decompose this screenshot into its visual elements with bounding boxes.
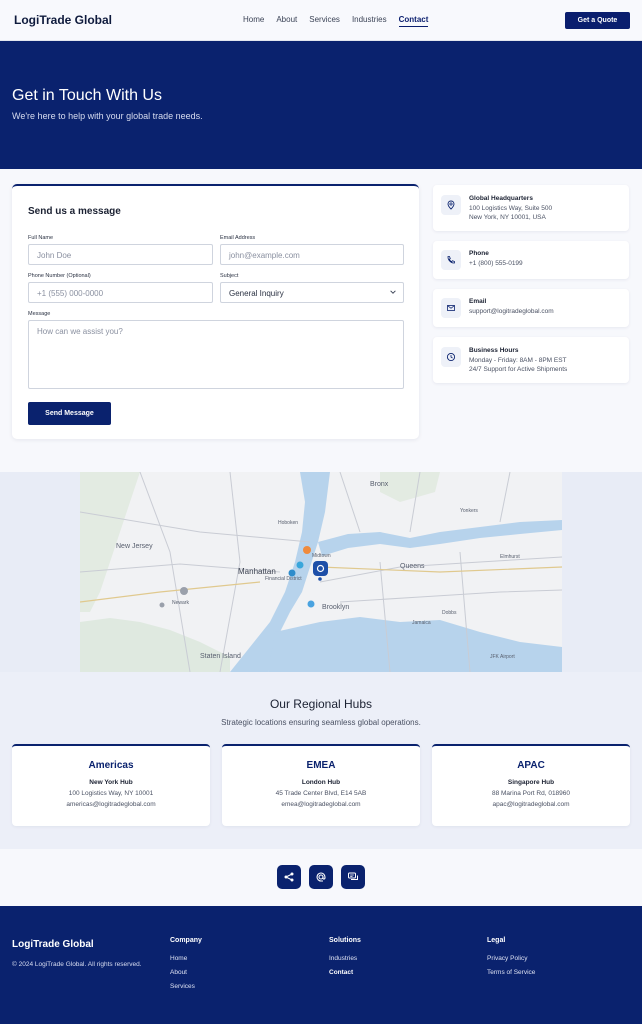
phone-card: Phone +1 (800) 555-0199 bbox=[433, 241, 629, 279]
clock-icon bbox=[441, 347, 461, 367]
subject-select[interactable]: General Inquiry bbox=[220, 282, 404, 303]
hq-title: Global Headquarters bbox=[469, 195, 533, 202]
footer-link-industries[interactable]: Industries bbox=[329, 955, 357, 962]
headquarters-card: Global Headquarters 100 Logistics Way, S… bbox=[433, 185, 629, 231]
nav-services[interactable]: Services bbox=[309, 15, 340, 27]
phone-input[interactable]: +1 (555) 000-0000 bbox=[28, 282, 213, 303]
phone-icon bbox=[441, 250, 461, 270]
email-social-button[interactable] bbox=[309, 865, 333, 889]
subject-value: General Inquiry bbox=[229, 289, 284, 298]
phone-number[interactable]: +1 (800) 555-0199 bbox=[469, 260, 523, 267]
hub-email[interactable]: apac@logitradeglobal.com bbox=[432, 801, 630, 808]
hours-line2: 24/7 Support for Active Shipments bbox=[469, 366, 568, 373]
map-label-midtown: Midtown bbox=[312, 553, 331, 559]
full-name-input[interactable]: John Doe bbox=[28, 244, 213, 265]
chat-icon bbox=[348, 872, 358, 880]
hubs-subtitle: Strategic locations ensuring seamless gl… bbox=[221, 718, 421, 727]
footer-solutions-heading: Solutions bbox=[329, 937, 361, 944]
mail-icon bbox=[441, 298, 461, 318]
site-footer: LogiTrade Global © 2024 LogiTrade Global… bbox=[0, 906, 642, 1024]
form-title: Send us a message bbox=[28, 206, 121, 217]
page-title: Get in Touch With Us bbox=[12, 87, 162, 104]
footer-link-contact[interactable]: Contact bbox=[329, 969, 353, 976]
hub-address: 45 Trade Center Blvd, E14 5AB bbox=[275, 790, 367, 797]
hub-address: 88 Marina Port Rd, 018960 bbox=[491, 790, 571, 797]
footer-legal-heading: Legal bbox=[487, 937, 506, 944]
hub-city: New York Hub bbox=[89, 779, 133, 786]
map-label-financial-district: Financial District bbox=[265, 576, 302, 582]
main-nav: Home About Services Industries Contact bbox=[243, 15, 440, 27]
phone-title: Phone bbox=[469, 250, 489, 257]
location-map[interactable]: Bronx New Jersey Manhattan Queens Brookl… bbox=[80, 472, 562, 672]
hub-address: 100 Logistics Way, NY 10001 bbox=[68, 790, 154, 797]
subject-label: Subject bbox=[220, 273, 239, 279]
nav-home[interactable]: Home bbox=[243, 15, 264, 27]
hours-line1: Monday - Friday: 8AM - 8PM EST bbox=[469, 357, 567, 364]
chevron-down-icon bbox=[390, 290, 396, 294]
map-label-new-jersey: New Jersey bbox=[116, 543, 153, 550]
hub-region: APAC bbox=[517, 760, 545, 771]
footer-link-about[interactable]: About bbox=[170, 969, 187, 976]
map-label-queens: Queens bbox=[400, 563, 425, 570]
hub-city: Singapore Hub bbox=[507, 779, 555, 786]
hq-line2: New York, NY 10001, USA bbox=[469, 214, 546, 221]
map-label-manhattan: Manhattan bbox=[238, 567, 276, 576]
message-textarea[interactable]: How can we assist you? bbox=[28, 320, 404, 389]
map-label-yonkers: Yonkers bbox=[460, 508, 478, 514]
at-icon bbox=[316, 872, 326, 882]
hubs-title: Our Regional Hubs bbox=[269, 697, 373, 711]
hub-region: Americas bbox=[88, 760, 134, 771]
hours-title: Business Hours bbox=[469, 347, 519, 354]
hub-email[interactable]: americas@logitradeglobal.com bbox=[12, 801, 210, 808]
hero-banner: Get in Touch With Us We're here to help … bbox=[0, 41, 642, 169]
location-pin-icon bbox=[441, 195, 461, 215]
map-label-jfk: JFK Airport bbox=[490, 654, 515, 660]
brand-logo[interactable]: LogiTrade Global bbox=[14, 13, 112, 27]
map-label-dobbs: Dobbs bbox=[442, 610, 457, 616]
share-icon bbox=[284, 872, 294, 882]
footer-link-home[interactable]: Home bbox=[170, 955, 187, 962]
hub-card-emea: EMEA London Hub 45 Trade Center Blvd, E1… bbox=[222, 744, 420, 826]
footer-copyright: © 2024 LogiTrade Global. All rights rese… bbox=[12, 961, 142, 968]
hero-subtitle: We're here to help with your global trad… bbox=[12, 111, 203, 121]
support-email[interactable]: support@logitradeglobal.com bbox=[469, 308, 554, 315]
business-hours-card: Business Hours Monday - Friday: 8AM - 8P… bbox=[433, 337, 629, 383]
map-label-bronx: Bronx bbox=[370, 481, 389, 488]
send-message-button[interactable]: Send Message bbox=[28, 402, 111, 425]
footer-link-services[interactable]: Services bbox=[170, 983, 195, 990]
hub-city: London Hub bbox=[301, 779, 341, 786]
phone-label: Phone Number (Optional) bbox=[28, 273, 91, 279]
contact-form-card: Send us a message Full Name John Doe Ema… bbox=[12, 184, 419, 439]
map-label-brooklyn: Brooklyn bbox=[322, 604, 349, 611]
map-label-hoboken: Hoboken bbox=[278, 520, 298, 526]
hub-region: EMEA bbox=[306, 760, 336, 771]
email-card: Email support@logitradeglobal.com bbox=[433, 289, 629, 327]
hub-card-apac: APAC Singapore Hub 88 Marina Port Rd, 01… bbox=[432, 744, 630, 826]
map-label-elmhurst: Elmhurst bbox=[500, 554, 520, 560]
map-graphic: Bronx New Jersey Manhattan Queens Brookl… bbox=[80, 472, 562, 672]
share-button[interactable] bbox=[277, 865, 301, 889]
nav-contact[interactable]: Contact bbox=[398, 15, 429, 27]
map-label-jamaica: Jamaica bbox=[412, 620, 431, 626]
footer-company-heading: Company bbox=[170, 937, 202, 944]
top-navbar: LogiTrade Global Home About Services Ind… bbox=[0, 0, 642, 41]
footer-link-privacy[interactable]: Privacy Policy bbox=[487, 955, 527, 962]
footer-brand: LogiTrade Global bbox=[12, 939, 94, 950]
message-label: Message bbox=[28, 311, 51, 317]
email-input[interactable]: john@example.com bbox=[220, 244, 404, 265]
full-name-label: Full Name bbox=[28, 235, 54, 241]
hq-line1: 100 Logistics Way, Suite 500 bbox=[469, 205, 553, 212]
hub-card-americas: Americas New York Hub 100 Logistics Way,… bbox=[12, 744, 210, 826]
nav-about[interactable]: About bbox=[276, 15, 297, 27]
nav-industries[interactable]: Industries bbox=[352, 15, 387, 27]
footer-link-terms[interactable]: Terms of Service bbox=[487, 969, 535, 976]
chat-button[interactable] bbox=[341, 865, 365, 889]
get-quote-button[interactable]: Get a Quote bbox=[565, 12, 630, 29]
hub-email[interactable]: emea@logitradeglobal.com bbox=[222, 801, 420, 808]
map-label-staten-island: Staten Island bbox=[200, 653, 241, 660]
map-label-newark: Newark bbox=[172, 600, 189, 606]
email-label: Email Address bbox=[220, 235, 256, 241]
email-title: Email bbox=[469, 298, 487, 305]
